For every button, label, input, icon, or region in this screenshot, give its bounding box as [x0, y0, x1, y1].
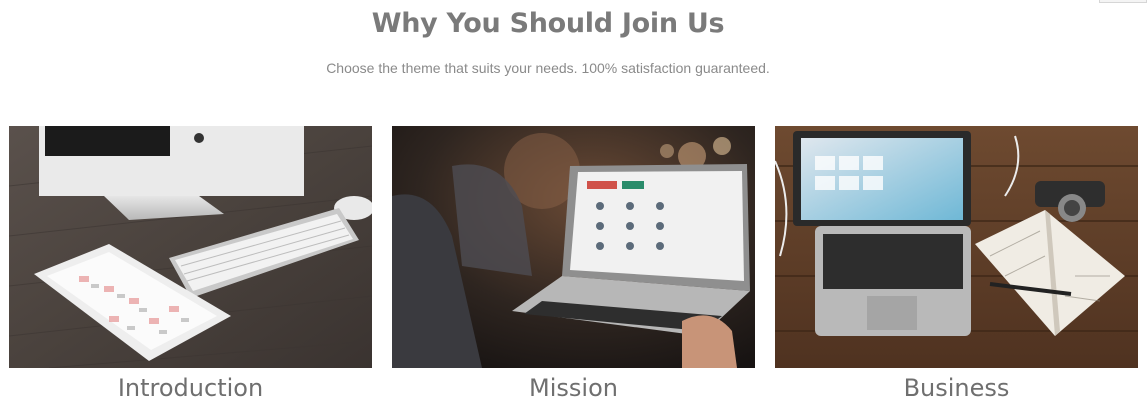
feature-card-introduction[interactable]: Introduction	[9, 126, 372, 413]
card-title-business[interactable]: Business	[775, 374, 1138, 402]
mission-image[interactable]	[392, 126, 755, 368]
macbook-notebook-wooden-desk-photo	[775, 126, 1138, 368]
desk-imac-ipad-keyboard-photo	[9, 126, 372, 368]
business-image[interactable]	[775, 126, 1138, 368]
person-using-laptop-photo	[392, 126, 755, 368]
feature-card-mission[interactable]: Mission	[392, 126, 755, 413]
section-title: Why You Should Join Us	[371, 8, 725, 39]
feature-card-business[interactable]: Business	[775, 126, 1138, 413]
card-title-mission[interactable]: Mission	[392, 374, 755, 402]
corner-tab[interactable]	[1099, 0, 1147, 3]
card-title-introduction[interactable]: Introduction	[9, 374, 372, 402]
introduction-image[interactable]	[9, 126, 372, 368]
section-subtitle: Choose the theme that suits your needs. …	[326, 60, 770, 76]
